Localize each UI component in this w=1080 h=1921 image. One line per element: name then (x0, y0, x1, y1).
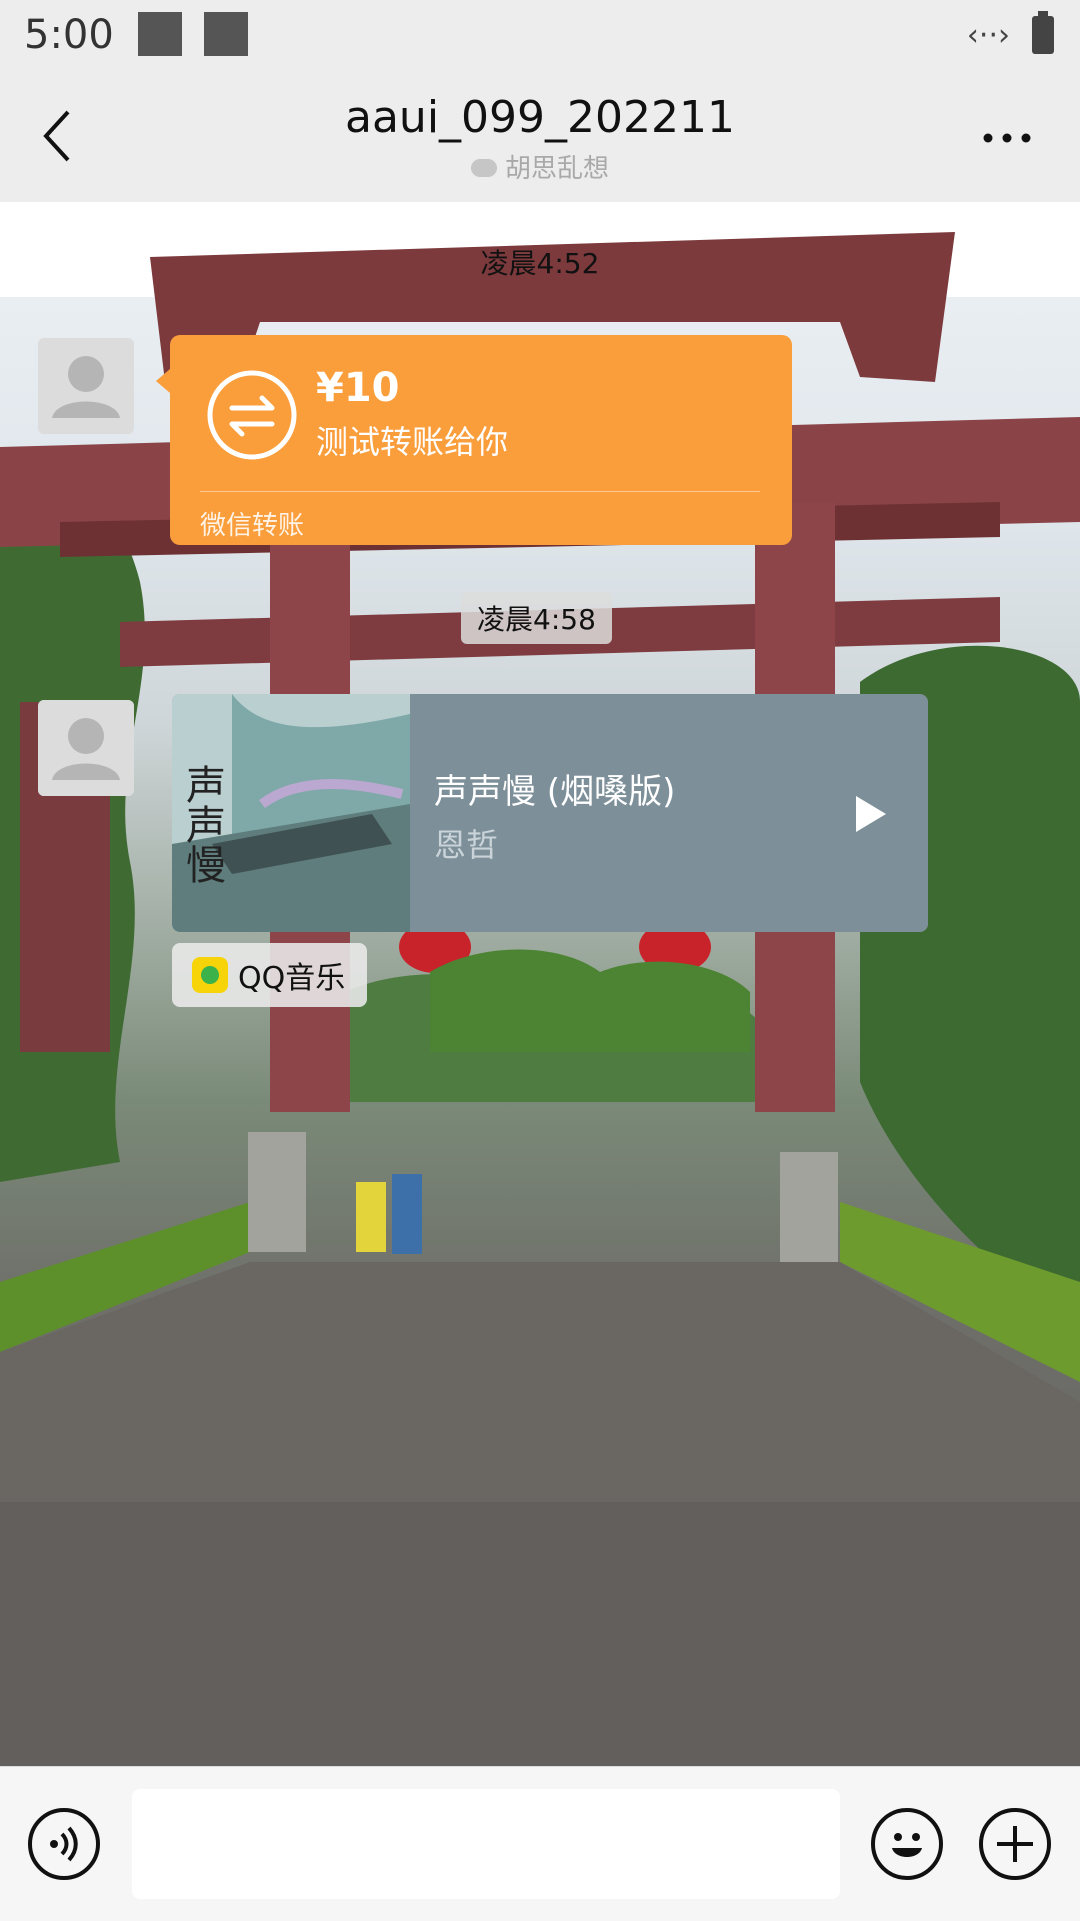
data-transfer-icon: ‹··› (966, 18, 1010, 53)
notification-icon (138, 12, 182, 56)
avatar-placeholder-icon (38, 338, 134, 434)
qq-music-icon (192, 957, 228, 993)
album-cover: 声声慢 (172, 694, 410, 932)
transfer-message[interactable]: ¥10 测试转账给你 微信转账 (156, 335, 792, 545)
chat-title: aaui_099_202211 (345, 92, 735, 143)
song-artist: 恩哲 (434, 826, 499, 864)
message-timestamp: 凌晨4:58 (461, 592, 612, 644)
chat-header: aaui_099_202211 胡思乱想 (0, 74, 1080, 202)
transfer-icon (207, 370, 297, 460)
chat-bubble-icon (470, 158, 497, 177)
transfer-note: 测试转账给你 (316, 423, 509, 461)
play-icon[interactable] (852, 794, 888, 834)
chat-area[interactable]: 凌晨4:52 ¥10 测试转账给你 微信转账 凌晨4:58 声声慢 声声慢 (烟… (0, 202, 1080, 1766)
emoji-button[interactable] (871, 1808, 943, 1880)
input-bar (0, 1766, 1080, 1921)
notification-icon (204, 12, 248, 56)
avatar-placeholder-icon (38, 700, 134, 796)
album-cover-text: 声声慢 (179, 764, 225, 884)
plus-icon (997, 1826, 1033, 1862)
voice-button[interactable] (28, 1808, 100, 1880)
message-input[interactable] (132, 1789, 840, 1899)
transfer-amount: ¥10 (316, 365, 400, 411)
status-time: 5:00 (24, 12, 114, 58)
battery-icon (1032, 11, 1054, 54)
avatar[interactable] (38, 700, 134, 796)
status-bar: 5:00 ‹··› (0, 0, 1080, 74)
avatar[interactable] (38, 338, 134, 434)
chat-subtitle: 胡思乱想 (0, 148, 1080, 185)
source-label: QQ音乐 (238, 961, 346, 996)
music-source-tag[interactable]: QQ音乐 (172, 943, 368, 1007)
voice-icon (50, 1826, 78, 1862)
chat-subtitle-text: 胡思乱想 (504, 154, 609, 184)
more-icon[interactable] (982, 132, 1032, 144)
transfer-footer: 微信转账 (200, 511, 305, 541)
message-timestamp: 凌晨4:52 (480, 247, 600, 280)
song-title: 声声慢 (烟嗓版) (434, 772, 676, 812)
plus-button[interactable] (979, 1808, 1051, 1880)
music-message[interactable]: 声声慢 声声慢 (烟嗓版) 恩哲 (172, 694, 928, 932)
emoji-icon (892, 1833, 922, 1857)
divider (200, 491, 760, 492)
